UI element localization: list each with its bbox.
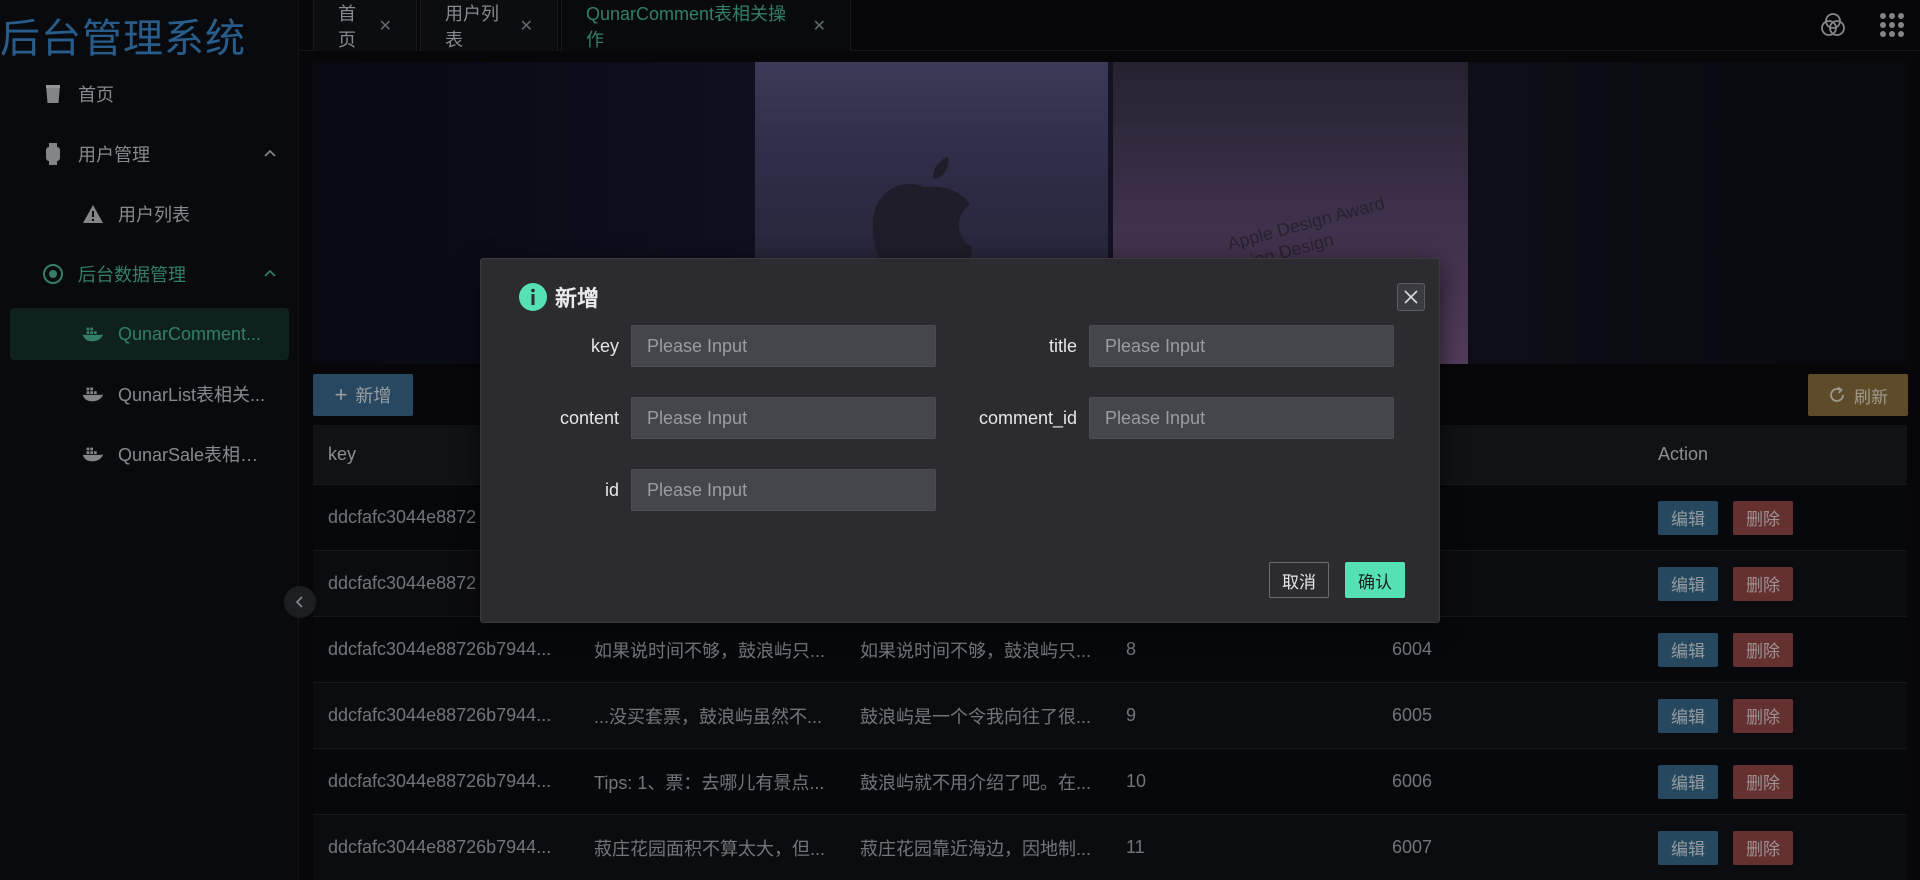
cancel-button[interactable]: 取消 <box>1269 562 1329 598</box>
id-input[interactable] <box>631 469 936 511</box>
field-comment-id-row: comment_id <box>969 397 1394 439</box>
info-icon <box>519 283 547 311</box>
key-input[interactable] <box>631 325 936 367</box>
content-input[interactable] <box>631 397 936 439</box>
comment-id-input[interactable] <box>1089 397 1394 439</box>
field-key-row: key <box>511 325 936 367</box>
title-input[interactable] <box>1089 325 1394 367</box>
dialog-close-button[interactable] <box>1397 283 1425 311</box>
field-id-row: id <box>511 469 936 511</box>
field-title-label: title <box>1048 335 1077 356</box>
dialog-title: 新增 <box>555 286 600 311</box>
close-icon <box>1404 290 1418 304</box>
field-id-label: id <box>604 479 619 500</box>
add-dialog: 新增 key title content comment_id id 取消 确认 <box>480 258 1440 623</box>
field-content-row: content <box>511 397 936 439</box>
field-key-label: key <box>590 335 619 356</box>
confirm-button[interactable]: 确认 <box>1345 562 1405 598</box>
field-content-label: content <box>559 407 619 428</box>
field-title-row: title <box>969 325 1394 367</box>
field-comment-id-label: comment_id <box>978 407 1077 428</box>
dialog-header: 新增 <box>519 281 599 313</box>
